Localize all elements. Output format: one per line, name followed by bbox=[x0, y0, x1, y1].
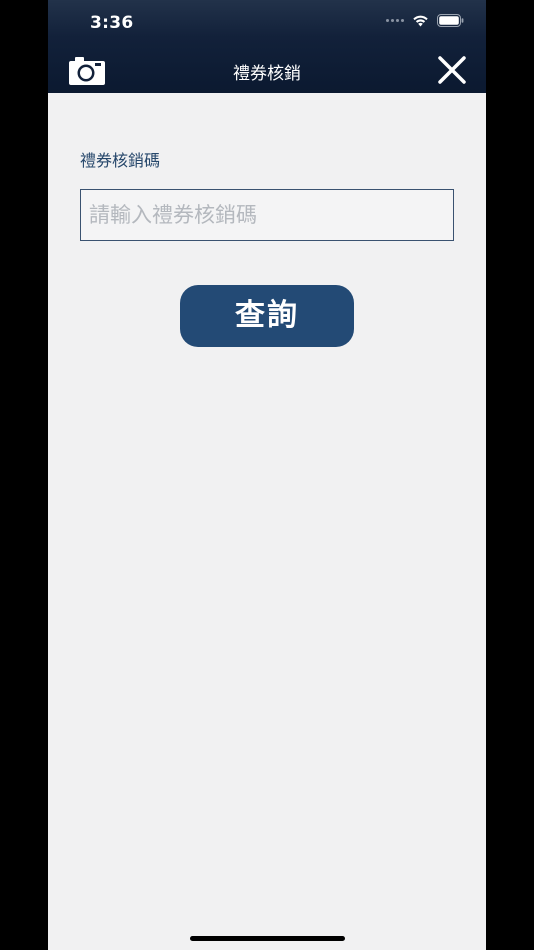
navigation-bar: 3:36 禮券核銷 bbox=[48, 0, 486, 93]
query-button[interactable]: 查詢 bbox=[180, 285, 354, 347]
close-button[interactable] bbox=[436, 54, 468, 86]
close-icon bbox=[438, 56, 466, 84]
status-time: 3:36 bbox=[90, 13, 134, 33]
code-field-label: 禮券核銷碼 bbox=[80, 151, 161, 170]
cellular-signal-icon bbox=[386, 19, 404, 22]
home-indicator[interactable] bbox=[190, 936, 345, 941]
status-icons bbox=[386, 14, 464, 27]
wifi-icon bbox=[413, 15, 428, 27]
voucher-code-input[interactable] bbox=[80, 189, 454, 241]
page-title: 禮券核銷 bbox=[233, 64, 301, 84]
app-screen: 3:36 禮券核銷 禮券核銷碼 請輸入禮券核銷碼 查詢 bbox=[48, 0, 486, 950]
battery-icon bbox=[437, 14, 464, 27]
